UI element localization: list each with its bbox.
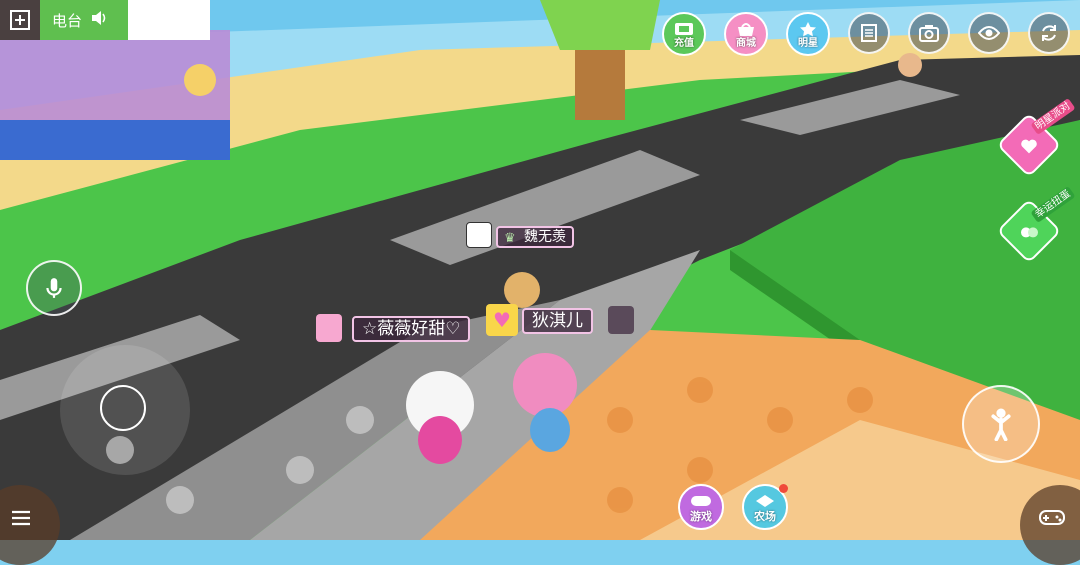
shop-label: 商城 [736, 38, 756, 49]
controller-icon [691, 496, 711, 506]
farm-label: 农场 [754, 510, 776, 523]
person-jump-icon [991, 408, 1011, 441]
shop-icon [738, 23, 754, 36]
games-label: 游戏 [690, 510, 712, 523]
camera-icon [919, 25, 939, 42]
radio-bar[interactable]: 电台 [0, 0, 128, 40]
gamepad-icon [1039, 510, 1065, 525]
star-button[interactable]: 明星 [786, 12, 830, 56]
money-icon [675, 23, 693, 35]
movement-joystick[interactable] [60, 345, 190, 475]
crown-icon: ♛ [504, 231, 516, 246]
player-avatar-left-icon [316, 314, 342, 342]
menu-icon [12, 510, 30, 526]
player-name-right: 狄淇儿 [532, 311, 583, 331]
capsule-icon [1021, 227, 1038, 238]
star-label: 明星 [798, 38, 818, 49]
view-button[interactable] [968, 12, 1010, 54]
refresh-icon [1042, 25, 1056, 41]
microphone-icon [46, 278, 62, 298]
player-tag-nearby[interactable]: ♛ 魏无羡 [496, 226, 574, 248]
star-icon [800, 22, 816, 37]
player-name-left: ☆薇薇好甜♡ [362, 319, 461, 339]
player-avatar-right-icon [608, 306, 634, 334]
heart-icon [1021, 139, 1037, 154]
list-button[interactable] [848, 12, 890, 54]
player-name-nearby: 魏无羡 [524, 229, 566, 245]
list-icon [861, 24, 877, 42]
expand-icon[interactable] [0, 0, 40, 40]
panda-avatar-icon [466, 222, 492, 248]
voice-button[interactable] [26, 260, 82, 316]
refresh-button[interactable] [1028, 12, 1070, 54]
notification-dot [779, 484, 788, 493]
player-tag-left[interactable]: ☆薇薇好甜♡ [352, 316, 471, 342]
jump-button[interactable] [962, 385, 1040, 463]
shop-button[interactable]: 商城 [724, 12, 768, 56]
joystick-knob[interactable] [100, 385, 146, 431]
farm-button[interactable]: 农场 [742, 484, 788, 530]
camera-button[interactable] [908, 12, 950, 54]
radio-label: 电台 [52, 11, 83, 30]
heart-badge-icon: ♥ [486, 304, 518, 336]
farm-icon [756, 495, 774, 507]
recharge-button[interactable]: 充值 [662, 12, 706, 56]
player-tag-right[interactable]: 狄淇儿 [522, 308, 593, 334]
speaker-icon[interactable] [90, 9, 108, 31]
games-button[interactable]: 游戏 [678, 484, 724, 530]
eye-icon [978, 26, 1000, 40]
recharge-label: 充值 [674, 38, 694, 49]
